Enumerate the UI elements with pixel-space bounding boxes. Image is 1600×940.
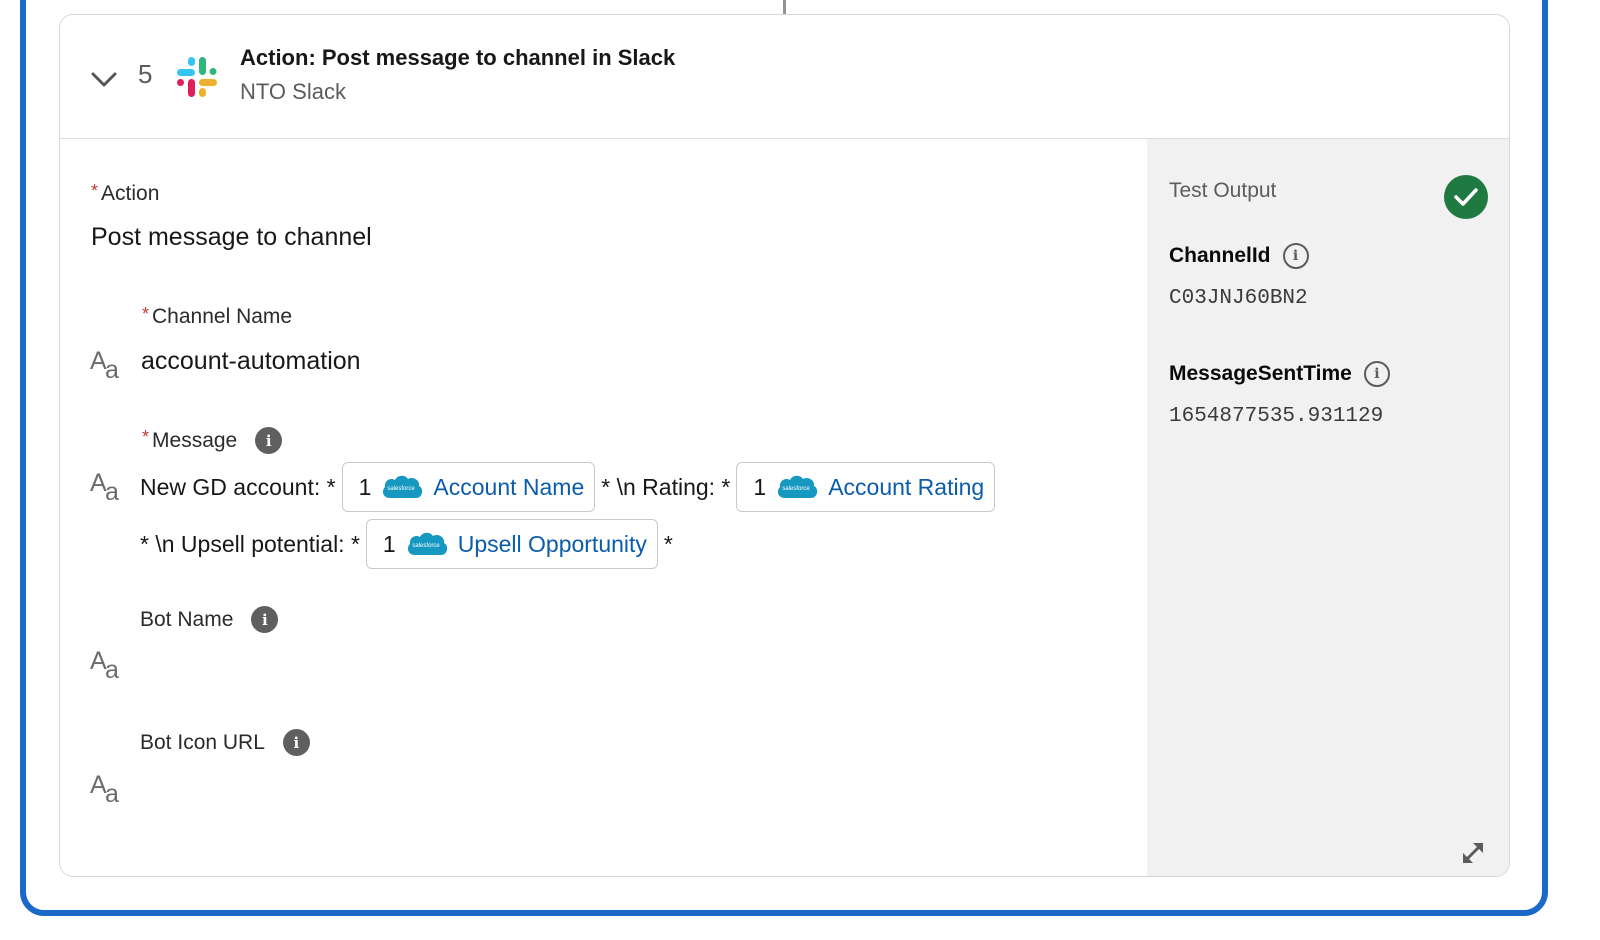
step-connection-name: NTO Slack (240, 79, 346, 104)
bot-name-field-label: Bot Name i (140, 606, 279, 633)
text-type-icon: Aa (90, 469, 119, 506)
message-text-segment: * \n Upsell potential: * (140, 530, 360, 557)
channel-name-label-text: Channel Name (152, 305, 293, 328)
bot-icon-url-input[interactable] (140, 768, 1040, 804)
bot-icon-url-label-text: Bot Icon URL (140, 730, 265, 754)
pill-step-number: 1 (382, 530, 396, 557)
pill-label: Upsell Opportunity (457, 530, 647, 557)
step-title: Action: Post message to channel in Slack (240, 45, 676, 70)
success-check-icon (1444, 175, 1488, 219)
output-field-key: ChannelId i (1169, 243, 1309, 269)
data-pill-account-name[interactable]: 1 salesforce Account Name (341, 462, 596, 512)
text-type-icon: Aa (90, 647, 119, 684)
output-value-channelid: C03JNJ60BN2 (1169, 287, 1308, 310)
message-text-segment: * (663, 530, 673, 557)
bot-icon-url-field-label: Bot Icon URL i (140, 729, 310, 756)
data-pill-upsell-opportunity[interactable]: 1 salesforce Upsell Opportunity (365, 519, 658, 569)
pill-label: Account Rating (828, 473, 985, 500)
info-icon[interactable]: i (255, 427, 283, 454)
salesforce-cloud-icon: salesforce (407, 532, 447, 555)
step-number: 5 (138, 59, 153, 89)
expand-icon[interactable] (1459, 839, 1487, 867)
test-output-panel: Test Output ChannelId i C03JNJ60BN2 Mess… (1147, 139, 1509, 876)
text-type-icon: Aa (90, 347, 119, 384)
output-key-messagesenttime: MessageSentTime (1169, 362, 1352, 385)
svg-text:salesforce: salesforce (388, 486, 416, 492)
required-marker: * (142, 303, 150, 324)
output-key-channelid: ChannelId (1169, 244, 1271, 267)
action-config-form: * Action Post message to channel * Chann… (60, 139, 1147, 876)
action-field-label: * Action (91, 180, 160, 206)
test-output-title: Test Output (1169, 179, 1277, 202)
info-icon[interactable]: i (251, 606, 279, 633)
salesforce-cloud-icon: salesforce (778, 475, 818, 498)
data-pill-account-rating[interactable]: 1 salesforce Account Rating (736, 462, 996, 512)
pill-step-number: 1 (358, 473, 372, 500)
svg-text:salesforce: salesforce (412, 543, 440, 549)
chevron-down-icon[interactable] (90, 67, 118, 91)
step-card-header[interactable]: 5 Action: Post message to channel in Sla… (60, 15, 1509, 139)
message-label-text: Message (152, 428, 238, 452)
info-icon[interactable]: i (282, 729, 310, 756)
required-marker: * (142, 427, 150, 447)
svg-text:salesforce: salesforce (783, 486, 811, 492)
action-label-text: Action (101, 182, 160, 205)
info-icon[interactable]: i (1363, 361, 1390, 387)
slack-logo-icon (177, 57, 217, 97)
step-card: 5 Action: Post message to channel in Sla… (59, 14, 1510, 877)
message-text-segment: New GD account: * (140, 473, 336, 500)
pill-label: Account Name (433, 473, 585, 500)
info-icon[interactable]: i (1282, 243, 1309, 269)
output-field-key: MessageSentTime i (1169, 361, 1390, 387)
action-value[interactable]: Post message to channel (91, 223, 372, 252)
required-marker: * (91, 180, 99, 201)
bot-name-label-text: Bot Name (140, 607, 234, 631)
output-value-messagesenttime: 1654877535.931129 (1169, 405, 1384, 428)
channel-name-field-label: * Channel Name (142, 303, 293, 329)
message-field-label: * Message i (142, 427, 283, 454)
salesforce-cloud-icon: salesforce (383, 475, 423, 498)
message-input-line-1[interactable]: New GD account: * 1 salesforce Account N… (140, 462, 1001, 512)
channel-name-input[interactable]: account-automation (141, 347, 361, 376)
bot-name-input[interactable] (140, 644, 1040, 680)
flow-connector-line (783, 0, 786, 14)
text-type-icon: Aa (90, 771, 119, 808)
message-input-line-2[interactable]: * \n Upsell potential: * 1 salesforce Up… (140, 519, 673, 569)
pill-step-number: 1 (753, 473, 767, 500)
message-text-segment: * \n Rating: * (601, 473, 731, 500)
